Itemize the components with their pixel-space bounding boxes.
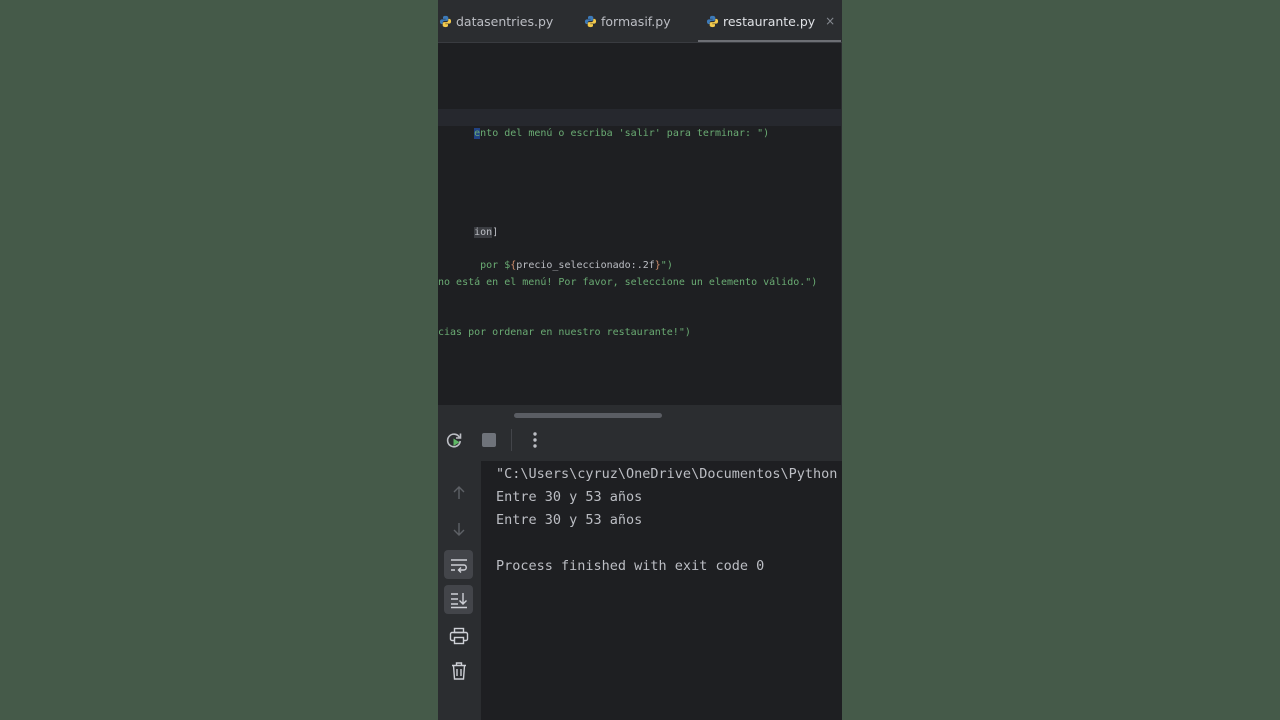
stop-icon[interactable] xyxy=(477,428,501,452)
tab-label: formasif.py xyxy=(601,13,671,29)
run-side-toolbar xyxy=(438,461,481,720)
ide-window: datasentries.py formasif.py restaurante.… xyxy=(438,0,842,720)
string-literal: ") xyxy=(660,260,673,271)
close-tab-icon[interactable]: × xyxy=(825,14,835,28)
horizontal-scrollbar[interactable] xyxy=(514,413,662,418)
trash-icon[interactable] xyxy=(444,656,473,685)
editor-tab-bar: datasentries.py formasif.py restaurante.… xyxy=(438,0,842,43)
print-icon[interactable] xyxy=(444,621,473,650)
python-file-icon xyxy=(439,15,452,27)
python-file-icon xyxy=(584,15,597,27)
editor-right-margin xyxy=(841,43,842,405)
console-line: Entre 30 y 53 años xyxy=(496,512,643,528)
code-line: por ${precio_seleccionado:.2f}") xyxy=(438,242,673,271)
selected-text: ion xyxy=(474,227,493,238)
code-line: ento del menú o escriba 'salir' para ter… xyxy=(438,110,769,139)
string-literal: nto del menú o escriba 'salir' para term… xyxy=(480,128,770,139)
rerun-icon[interactable] xyxy=(442,428,466,452)
run-console[interactable]: "C:\Users\cyruz\OneDrive\Documentos\Pyth… xyxy=(481,461,842,720)
arrow-up-icon[interactable] xyxy=(444,478,473,507)
panel-splitter[interactable] xyxy=(438,405,842,419)
console-line: Process finished with exit code 0 xyxy=(496,558,765,574)
string-literal: por $ xyxy=(474,260,511,271)
tab-label: datasentries.py xyxy=(456,13,554,29)
console-line: "C:\Users\cyruz\OneDrive\Documentos\Pyth… xyxy=(496,466,838,482)
run-toolbar xyxy=(438,419,842,461)
format-spec: :.2f xyxy=(630,260,655,271)
code-line: ion] xyxy=(438,209,498,238)
tab-restaurante[interactable]: restaurante.py × xyxy=(697,0,842,42)
python-file-icon xyxy=(706,15,719,27)
toolbar-divider xyxy=(511,429,512,451)
tab-label: restaurante.py xyxy=(723,13,816,29)
code-editor[interactable]: ento del menú o escriba 'salir' para ter… xyxy=(438,43,842,405)
code-line: cias por ordenar en nuestro restaurante!… xyxy=(438,327,691,338)
soft-wrap-icon[interactable] xyxy=(444,550,473,579)
tab-formasif[interactable]: formasif.py xyxy=(584,0,671,42)
console-line: Entre 30 y 53 años xyxy=(496,489,643,505)
more-vertical-icon[interactable] xyxy=(523,428,547,452)
code-token: ] xyxy=(492,227,499,238)
arrow-down-icon[interactable] xyxy=(444,514,473,543)
tab-datasentries[interactable]: datasentries.py xyxy=(439,0,553,42)
identifier: precio_seleccionado xyxy=(516,260,631,271)
code-line: no está en el menú! Por favor, seleccion… xyxy=(438,277,818,288)
scroll-to-end-icon[interactable] xyxy=(444,585,473,614)
